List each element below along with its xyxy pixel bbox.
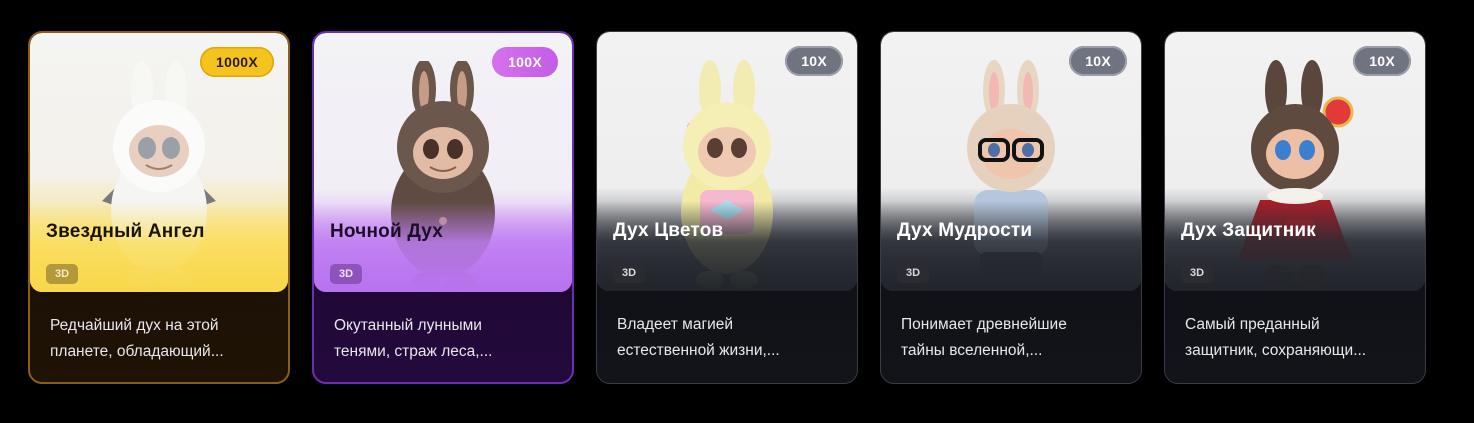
multiplier-badge[interactable]: 10X bbox=[1353, 46, 1411, 76]
card-title: Дух Цветов bbox=[613, 220, 724, 241]
card-description-line: Самый преданный bbox=[1185, 316, 1320, 333]
card-description-line: Редчайший дух на этой bbox=[50, 317, 219, 334]
card-flower-spirit[interactable]: 10X Дух Цветов 3D Владеет магией естеств… bbox=[596, 31, 858, 384]
card-image-area: 100X Ночной Дух 3D bbox=[314, 33, 572, 292]
3d-tag: 3D bbox=[897, 263, 930, 283]
card-star-angel[interactable]: 1000X Звездный Ангел 3D Редчайший дух на… bbox=[28, 31, 290, 384]
card-title: Ночной Дух bbox=[330, 221, 444, 242]
card-image-area: 10X Дух Мудрости 3D bbox=[881, 32, 1141, 291]
card-description: Редчайший дух на этой планете, обладающи… bbox=[50, 313, 272, 365]
card-description-line: тайны вселенной,... bbox=[901, 342, 1043, 359]
card-description-line: Понимает древнейшие bbox=[901, 316, 1067, 333]
multiplier-badge[interactable]: 10X bbox=[1069, 46, 1127, 76]
card-description-line: планете, обладающий... bbox=[50, 343, 224, 360]
multiplier-badge[interactable]: 10X bbox=[785, 46, 843, 76]
multiplier-badge[interactable]: 1000X bbox=[200, 47, 274, 77]
3d-tag: 3D bbox=[330, 264, 363, 284]
card-description: Владеет магией естественной жизни,... bbox=[617, 312, 839, 364]
card-description: Самый преданный защитник, сохраняющи... bbox=[1185, 312, 1407, 364]
card-night-spirit[interactable]: 100X Ночной Дух 3D Окутанный лунными тен… bbox=[312, 31, 574, 384]
card-description-line: тенями, страж леса,... bbox=[334, 343, 493, 360]
card-wisdom-spirit[interactable]: 10X Дух Мудрости 3D Понимает древнейшие … bbox=[880, 31, 1142, 384]
card-description-line: естественной жизни,... bbox=[617, 342, 780, 359]
card-row: 1000X Звездный Ангел 3D Редчайший дух на… bbox=[28, 31, 1426, 384]
card-image-area: 10X Дух Цветов 3D bbox=[597, 32, 857, 291]
card-image-area: 10X Дух Защитник 3D bbox=[1165, 32, 1425, 291]
card-image-area: 1000X Звездный Ангел 3D bbox=[30, 33, 288, 292]
3d-tag: 3D bbox=[613, 263, 646, 283]
card-description-line: защитник, сохраняющи... bbox=[1185, 342, 1367, 359]
card-title: Дух Защитник bbox=[1181, 220, 1316, 241]
card-description: Понимает древнейшие тайны вселенной,... bbox=[901, 312, 1123, 364]
multiplier-badge[interactable]: 100X bbox=[492, 47, 558, 77]
card-guardian-spirit[interactable]: 10X Дух Защитник 3D Самый преданный защи… bbox=[1164, 31, 1426, 384]
card-title: Дух Мудрости bbox=[897, 220, 1033, 241]
card-description-line: Окутанный лунными bbox=[334, 317, 482, 334]
card-title: Звездный Ангел bbox=[46, 221, 205, 242]
3d-tag: 3D bbox=[1181, 263, 1214, 283]
card-description-line: Владеет магией bbox=[617, 316, 734, 333]
card-description: Окутанный лунными тенями, страж леса,... bbox=[334, 313, 556, 365]
3d-tag: 3D bbox=[46, 264, 79, 284]
